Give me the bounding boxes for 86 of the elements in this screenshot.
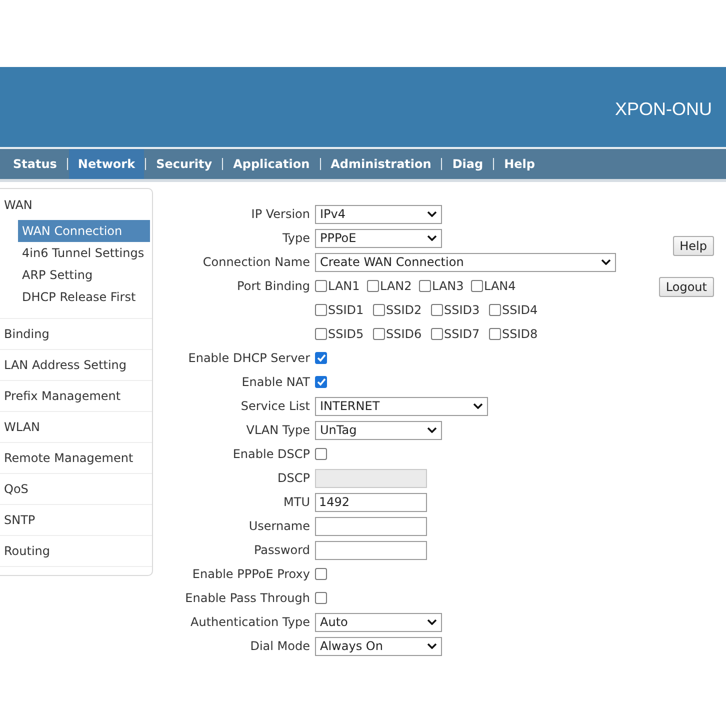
device-title: XPON-ONU bbox=[614, 98, 712, 120]
dropdown[interactable]: INTERNET bbox=[315, 396, 488, 416]
sidebar-item[interactable]: Prefix Management bbox=[0, 381, 152, 412]
field-label: Service List bbox=[240, 398, 310, 415]
sidebar-subitem[interactable]: WAN Connection bbox=[18, 220, 150, 242]
field-label: Password bbox=[252, 542, 310, 559]
checkbox[interactable] bbox=[315, 568, 327, 580]
input-field[interactable]: 1492 bbox=[315, 492, 427, 512]
checkbox-label: LAN3 bbox=[432, 279, 464, 293]
field-label: IP Version bbox=[250, 206, 310, 223]
caret-icon bbox=[427, 643, 437, 649]
caret-icon bbox=[427, 211, 437, 217]
checkbox-label: SSID3 bbox=[444, 303, 480, 317]
checkbox[interactable] bbox=[489, 304, 501, 316]
menu-tab[interactable]: Status bbox=[4, 149, 66, 179]
caret-icon bbox=[601, 259, 611, 265]
input-field[interactable] bbox=[315, 516, 427, 536]
checkbox-label: LAN2 bbox=[380, 279, 412, 293]
checkbox-label: SSID4 bbox=[502, 303, 538, 317]
input-field[interactable] bbox=[315, 540, 427, 560]
sidebar-subitem[interactable]: ARP Setting bbox=[18, 264, 150, 286]
checkbox[interactable] bbox=[489, 328, 501, 340]
field-label: Connection Name bbox=[202, 254, 310, 271]
checkbox[interactable] bbox=[431, 304, 443, 316]
checkbox[interactable] bbox=[431, 328, 443, 340]
menu-tab[interactable]: Network bbox=[68, 149, 144, 179]
caret-icon bbox=[427, 619, 437, 625]
sidebar-item[interactable]: SNTP bbox=[0, 505, 152, 536]
checkbox[interactable] bbox=[373, 328, 385, 340]
caret-icon bbox=[427, 427, 437, 433]
menu-tab[interactable]: Administration bbox=[322, 149, 440, 179]
checkbox-label: LAN1 bbox=[328, 279, 360, 293]
field-label: Dial Mode bbox=[249, 638, 310, 655]
page-button[interactable]: Logout bbox=[658, 277, 714, 297]
checkbox-label: LAN4 bbox=[484, 279, 516, 293]
field-label: VLAN Type bbox=[245, 422, 310, 439]
field-label: Type bbox=[281, 230, 310, 247]
checkbox[interactable] bbox=[315, 592, 327, 604]
dropdown[interactable]: Create WAN Connection bbox=[315, 252, 616, 272]
sidebar-item[interactable]: Binding bbox=[0, 319, 152, 350]
sidebar-subitem[interactable]: DHCP Release First bbox=[18, 286, 150, 308]
sidebar-item[interactable]: WLAN bbox=[0, 412, 152, 443]
field-label: Enable NAT bbox=[240, 374, 310, 391]
field-label: MTU bbox=[282, 494, 310, 511]
checkbox[interactable] bbox=[315, 448, 327, 460]
dropdown[interactable]: IPv4 bbox=[315, 204, 442, 224]
checkbox[interactable] bbox=[419, 280, 431, 292]
checkbox[interactable] bbox=[373, 304, 385, 316]
caret-icon bbox=[473, 403, 483, 409]
dropdown[interactable]: Always On bbox=[315, 636, 442, 656]
sidebar-item[interactable]: Remote Management bbox=[0, 443, 152, 474]
dropdown[interactable]: PPPoE bbox=[315, 228, 442, 248]
checkbox[interactable] bbox=[367, 280, 379, 292]
menu-tab[interactable]: Help bbox=[495, 149, 544, 179]
caret-icon bbox=[427, 235, 437, 241]
checkbox[interactable] bbox=[315, 376, 327, 388]
sidebar-item[interactable]: LAN Address Setting bbox=[0, 350, 152, 381]
field-label: DSCP bbox=[276, 470, 310, 487]
checkbox[interactable] bbox=[315, 328, 327, 340]
field-label: Enable PPPoE Proxy bbox=[191, 566, 310, 583]
field-label: Port Binding bbox=[236, 278, 310, 295]
sidebar-item[interactable]: WAN bbox=[0, 194, 152, 220]
menu-tab[interactable]: Diag bbox=[443, 149, 492, 179]
checkbox-label: SSID7 bbox=[444, 327, 480, 341]
checkbox-label: SSID2 bbox=[386, 303, 422, 317]
checkbox-label: SSID6 bbox=[386, 327, 422, 341]
dropdown[interactable]: Auto bbox=[315, 612, 442, 632]
checkbox[interactable] bbox=[315, 280, 327, 292]
menu-tab[interactable]: Security bbox=[147, 149, 222, 179]
field-label: Enable Pass Through bbox=[184, 590, 310, 607]
field-label: Enable DSCP bbox=[232, 446, 310, 463]
field-label: Authentication Type bbox=[190, 614, 310, 631]
checkbox-label: SSID8 bbox=[502, 327, 538, 341]
sidebar-item[interactable]: QoS bbox=[0, 474, 152, 505]
checkbox-label: SSID1 bbox=[328, 303, 364, 317]
menu-tab[interactable]: Application bbox=[224, 149, 319, 179]
field-label: Enable DHCP Server bbox=[187, 350, 310, 367]
dropdown[interactable]: UnTag bbox=[315, 420, 442, 440]
field-label: Username bbox=[248, 518, 310, 535]
checkbox-label: SSID5 bbox=[328, 327, 364, 341]
sidebar-item[interactable]: Routing bbox=[0, 536, 152, 567]
checkbox[interactable] bbox=[471, 280, 483, 292]
checkbox[interactable] bbox=[315, 352, 327, 364]
checkbox[interactable] bbox=[315, 304, 327, 316]
sidebar-subitem[interactable]: 4in6 Tunnel Settings bbox=[18, 242, 150, 264]
page-button[interactable]: Help bbox=[672, 236, 714, 256]
